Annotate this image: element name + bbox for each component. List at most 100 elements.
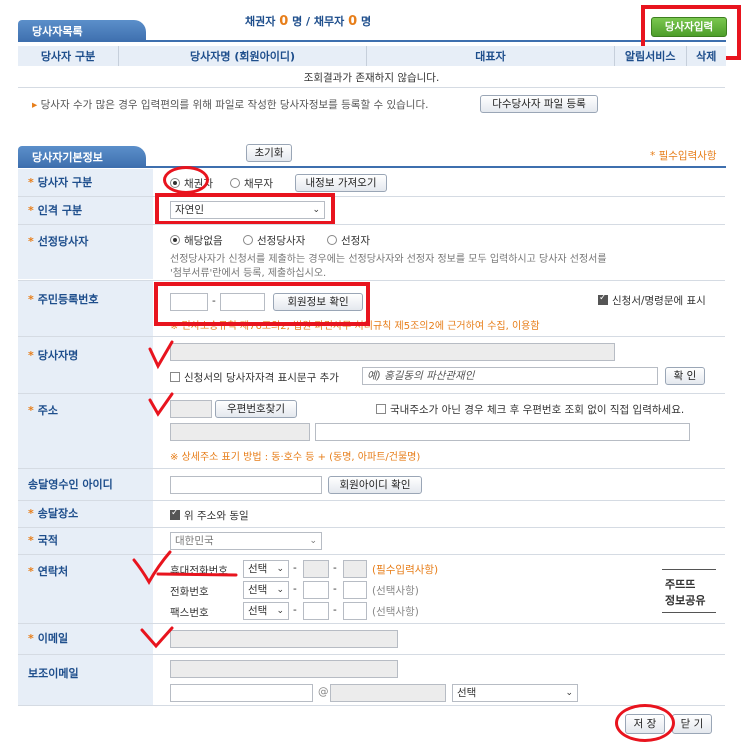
chevron-down-icon: ⌄ xyxy=(565,688,573,698)
nationality-select[interactable]: 대한민국 ⌄ xyxy=(170,532,322,550)
list-bottom-line xyxy=(18,87,725,88)
empty-result: 조회결과가 존재하지 않습니다. xyxy=(303,72,440,84)
radio-none[interactable]: 해당없음 xyxy=(170,233,223,248)
chevron-down-icon: ⌄ xyxy=(309,536,317,546)
same-address-check[interactable]: 위 주소와 동일 xyxy=(170,508,249,523)
address-label: * 주소 xyxy=(18,394,153,468)
chevron-down-icon: ⌄ xyxy=(276,606,284,616)
chevron-down-icon: ⌄ xyxy=(276,564,284,574)
check-mark-address xyxy=(148,392,174,417)
radio-icon xyxy=(327,235,337,245)
qualify-input[interactable]: 예) 홍길동의 파산관재인 xyxy=(362,367,658,385)
fax-prefix-select[interactable]: 선택 ⌄ xyxy=(243,602,289,620)
selected-party-label: * 선정당사자 xyxy=(18,225,153,279)
checkbox-icon xyxy=(598,293,608,305)
checkbox-icon xyxy=(376,404,386,414)
load-my-info-button[interactable]: 내정보 가져오기 xyxy=(295,174,387,192)
foreign-address-check[interactable]: 국내주소가 아닌 경우 체크 후 우편번호 조회 없이 직접 입력하세요. xyxy=(376,402,684,417)
sub-email-domain-input[interactable] xyxy=(330,684,446,702)
email-input[interactable] xyxy=(170,630,398,648)
party-name-input[interactable] xyxy=(170,343,615,361)
zip-search-button[interactable]: 우편번호찾기 xyxy=(215,400,297,418)
address-detail-input[interactable] xyxy=(315,423,690,441)
share-line1: 주뜨뜨 xyxy=(665,578,696,591)
zip-input[interactable] xyxy=(170,400,212,418)
annotation-box-rrn xyxy=(154,282,370,326)
annotation-circle-save xyxy=(615,704,675,742)
col-party-type: 당사자 구분 xyxy=(18,46,120,66)
sub-email-full-input[interactable] xyxy=(170,660,398,678)
delivery-place-label: * 송달장소 xyxy=(18,501,153,527)
party-info-rule xyxy=(18,166,726,168)
debtor-count: 0 xyxy=(348,14,358,29)
party-name-label: * 당사자명 xyxy=(18,337,153,393)
at-sign: @ xyxy=(318,686,329,698)
checkbox-icon xyxy=(170,372,180,382)
qualify-check[interactable]: 신청서의 당사자자격 표시문구 추가 xyxy=(170,370,339,385)
checkbox-icon xyxy=(170,508,180,520)
phone-note: (선택사항) xyxy=(372,585,419,597)
share-bottom-line xyxy=(662,612,716,613)
fax-last-input[interactable] xyxy=(343,602,367,620)
radio-selector[interactable]: 선정자 xyxy=(327,233,370,248)
party-info-tab: 당사자기본정보 xyxy=(18,146,146,168)
person-type-label: * 인격 구분 xyxy=(18,197,153,224)
fax-note: (선택사항) xyxy=(372,606,419,618)
share-line2: 정보공유 xyxy=(665,594,706,607)
radio-selected-party[interactable]: 선정당사자 xyxy=(243,233,305,248)
phone-mid-input[interactable] xyxy=(303,581,329,599)
mobile-mid-input[interactable] xyxy=(303,560,329,578)
bulk-upload-button[interactable]: 다수당사자 파일 등록 xyxy=(480,95,598,113)
party-list-tab: 당사자목록 xyxy=(18,20,146,42)
contact-label: * 연락처 xyxy=(18,555,153,623)
email-label: * 이메일 xyxy=(18,624,153,654)
receiver-id-confirm-button[interactable]: 회원아이디 확인 xyxy=(328,476,422,494)
phone-last-input[interactable] xyxy=(343,581,367,599)
phone-prefix-select[interactable]: 선택 ⌄ xyxy=(243,581,289,599)
bulk-info: ▸ 당사자 수가 많은 경우 입력편의를 위해 파일로 작성한 당사자정보를 등… xyxy=(32,99,429,111)
fax-mid-input[interactable] xyxy=(303,602,329,620)
nationality-label: * 국적 xyxy=(18,528,153,554)
radio-icon xyxy=(230,178,240,188)
selected-party-desc-2: '첨부서류'란에서 등록, 제출하십시오. xyxy=(170,268,327,279)
bullet-icon: ▸ xyxy=(32,99,38,111)
address-base-input[interactable] xyxy=(170,423,310,441)
annotation-circle-creditor xyxy=(163,166,209,194)
fax-label: 팩스번호 xyxy=(170,607,209,619)
party-list-rule xyxy=(18,40,726,42)
address-detail-note: ※ 상세주소 표기 방법 : 동·호수 등 + (동명, 아파트/건물명) xyxy=(170,452,421,463)
receiver-id-label: 송달영수인 아이디 xyxy=(18,469,153,500)
rrn-label: * 주민등록번호 xyxy=(18,281,153,336)
phone-label: 전화번호 xyxy=(170,586,209,598)
reset-button[interactable]: 초기화 xyxy=(246,144,292,162)
qualify-confirm-button[interactable]: 확 인 xyxy=(665,367,705,385)
row-line xyxy=(18,705,725,706)
mobile-last-input[interactable] xyxy=(343,560,367,578)
check-mark-party-name xyxy=(148,340,174,370)
mobile-label: 휴대전화번호 xyxy=(170,565,228,577)
sub-email-label: 보조이메일 xyxy=(18,655,153,705)
col-delete: 삭제 xyxy=(686,46,726,66)
creditor-count: 0 xyxy=(279,14,289,29)
col-party-name: 당사자명 (회원아이디) xyxy=(118,46,368,66)
col-notification: 알림서비스 xyxy=(614,46,687,66)
party-type-label: * 당사자 구분 xyxy=(18,169,153,196)
party-count: 채권자 0 명 / 채무자 0 명 xyxy=(245,14,372,29)
radio-debtor[interactable]: 채무자 xyxy=(230,176,273,191)
party-list-table: 당사자 구분 당사자명 (회원아이디) 대표자 알림서비스 삭제 xyxy=(18,46,726,66)
radio-icon xyxy=(170,235,180,245)
required-note: * 필수입력사항 xyxy=(650,150,717,162)
radio-icon xyxy=(243,235,253,245)
chevron-down-icon: ⌄ xyxy=(276,585,284,595)
receiver-id-input[interactable] xyxy=(170,476,322,494)
col-representative: 대표자 xyxy=(366,46,615,66)
sub-email-domain-select[interactable]: 선택 ⌄ xyxy=(452,684,578,702)
selected-party-desc-1: 선정당사자가 신청서를 제출하는 경우에는 선정당사자와 선정자 정보를 모두 … xyxy=(170,254,607,265)
sub-email-id-input[interactable] xyxy=(170,684,313,702)
annotation-box-person-type xyxy=(155,193,335,225)
share-top-line xyxy=(662,569,716,570)
mobile-note: (필수입력사항) xyxy=(372,564,439,576)
rrn-display-check[interactable]: 신청서/명령문에 표시 xyxy=(598,293,706,308)
close-button[interactable]: 닫 기 xyxy=(672,714,712,734)
mobile-prefix-select[interactable]: 선택 ⌄ xyxy=(243,560,289,578)
